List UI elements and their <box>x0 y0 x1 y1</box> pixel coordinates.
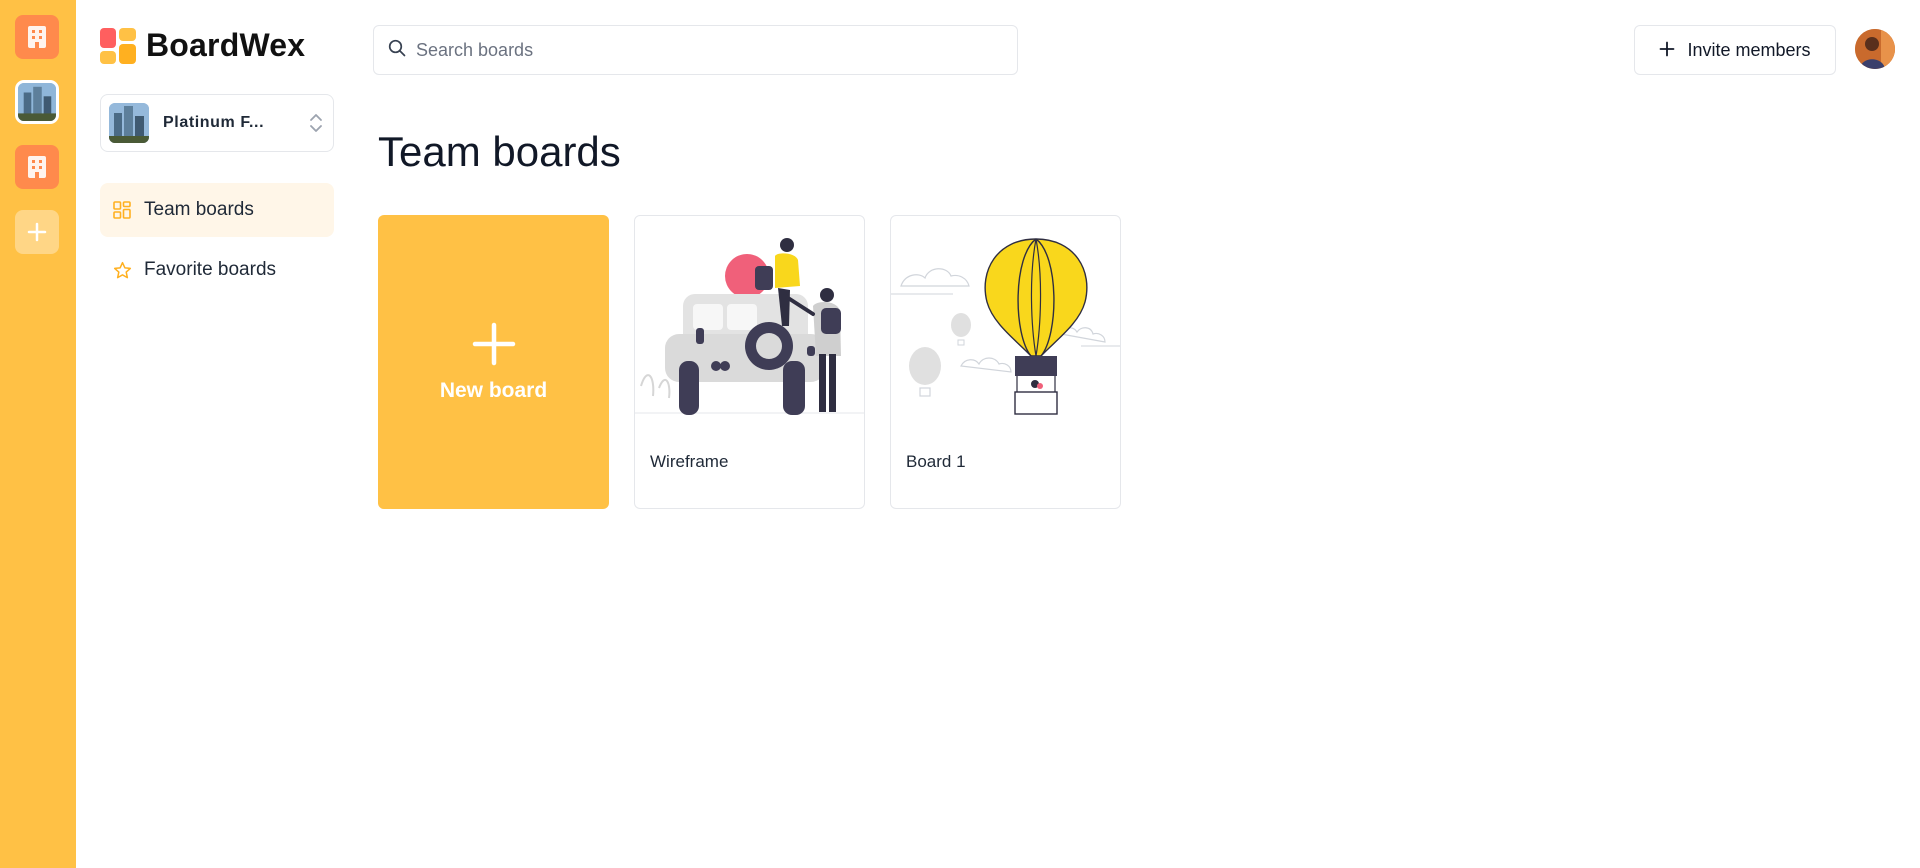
org-thumbnail <box>109 103 149 143</box>
app-root: BoardWex Platinum F... Team boards Favor… <box>0 0 1920 868</box>
search-box[interactable] <box>373 25 1018 75</box>
board-card-board-1[interactable]: Board 1 <box>890 215 1121 509</box>
org-rail <box>0 0 76 868</box>
invite-members-label: Invite members <box>1687 39 1811 60</box>
star-icon <box>112 260 132 280</box>
org-item-building-2[interactable] <box>15 145 59 189</box>
plus-icon <box>1659 38 1675 62</box>
invite-members-button[interactable]: Invite members <box>1634 25 1836 75</box>
new-board-label: New board <box>439 378 548 402</box>
board-title: Wireframe <box>650 452 729 471</box>
new-board-button[interactable]: New board <box>378 215 609 509</box>
sidebar-item-favorite-boards[interactable]: Favorite boards <box>100 243 334 297</box>
chevron-up-down-icon <box>309 111 323 140</box>
brand-logo-icon <box>100 27 136 64</box>
org-item-platinum[interactable] <box>15 80 59 124</box>
plus-icon <box>472 322 516 369</box>
brand-name: BoardWex <box>146 27 306 63</box>
search-icon <box>388 39 406 62</box>
sidebar-item-label: Team boards <box>144 199 254 220</box>
sidebar-item-label: Favorite boards <box>144 259 277 280</box>
search-input[interactable] <box>416 39 996 61</box>
add-org-button[interactable] <box>15 210 59 254</box>
building-icon <box>28 26 46 48</box>
org-switcher[interactable]: Platinum F... <box>100 94 334 152</box>
people-jeep-illustration <box>635 216 864 416</box>
org-photo-icon <box>18 83 56 121</box>
org-name: Platinum F... <box>163 114 265 131</box>
board-title: Board 1 <box>906 452 966 471</box>
page-title: Team boards <box>378 128 621 175</box>
building-icon <box>28 156 46 178</box>
brand[interactable]: BoardWex <box>100 27 305 64</box>
org-item-building-1[interactable] <box>15 15 59 59</box>
grid-icon <box>112 200 132 220</box>
board-card-wireframe[interactable]: Wireframe <box>634 215 865 509</box>
user-avatar[interactable] <box>1855 29 1895 69</box>
hot-air-balloon-illustration <box>891 216 1120 416</box>
sidebar: BoardWex Platinum F... Team boards Favor… <box>76 0 346 868</box>
plus-icon <box>27 222 47 242</box>
sidebar-item-team-boards[interactable]: Team boards <box>100 183 334 237</box>
